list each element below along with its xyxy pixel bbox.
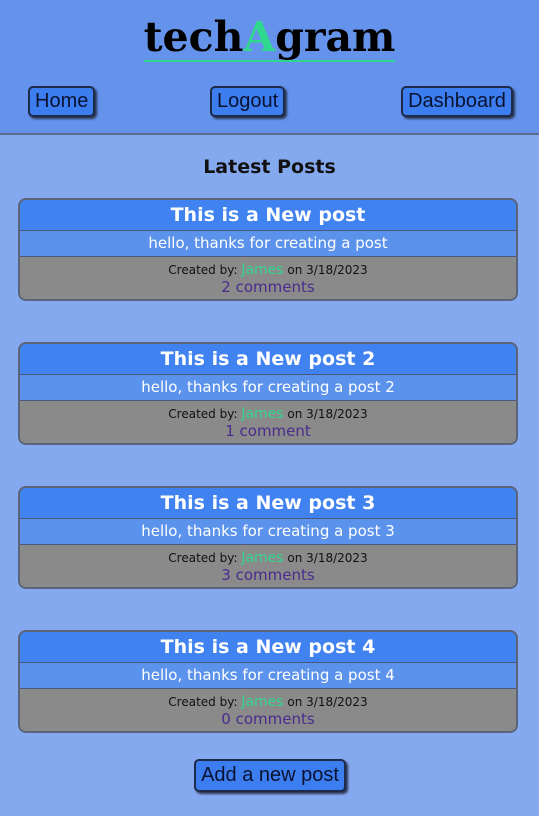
- created-by-label: Created by:: [168, 695, 242, 709]
- post-card[interactable]: This is a New post 4 hello, thanks for c…: [18, 630, 518, 733]
- on-label: on: [283, 263, 307, 277]
- post-author: James: [241, 550, 284, 566]
- post-meta: Created by: James on 3/18/2023: [20, 257, 516, 277]
- post-card[interactable]: This is a New post hello, thanks for cre…: [18, 198, 518, 301]
- post-card[interactable]: This is a New post 3 hello, thanks for c…: [18, 486, 518, 589]
- created-by-label: Created by:: [168, 407, 242, 421]
- post-body: hello, thanks for creating a post 4: [20, 663, 516, 689]
- comments-link[interactable]: 2 comments: [20, 277, 516, 297]
- post-date: 3/18/2023: [306, 263, 368, 277]
- post-author: James: [241, 262, 284, 278]
- post-body: hello, thanks for creating a post 3: [20, 519, 516, 545]
- created-by-label: Created by:: [168, 263, 242, 277]
- on-label: on: [283, 695, 307, 709]
- post-meta: Created by: James on 3/18/2023: [20, 401, 516, 421]
- post-date: 3/18/2023: [306, 551, 368, 565]
- post-card[interactable]: This is a New post 2 hello, thanks for c…: [18, 342, 518, 445]
- section-title: Latest Posts: [203, 156, 336, 178]
- logo-text[interactable]: techAgram: [143, 13, 396, 62]
- comments-link[interactable]: 1 comment: [20, 421, 516, 441]
- home-button[interactable]: Home: [28, 86, 95, 117]
- post-title[interactable]: This is a New post 4: [20, 632, 516, 663]
- post-meta: Created by: James on 3/18/2023: [20, 689, 516, 709]
- post-author: James: [241, 694, 284, 710]
- on-label: on: [283, 551, 307, 565]
- logo-accent-letter: A: [243, 13, 276, 61]
- comments-link[interactable]: 0 comments: [20, 709, 516, 729]
- logo-prefix: tech: [143, 13, 244, 61]
- logout-button[interactable]: Logout: [210, 86, 285, 117]
- logo-suffix: gram: [275, 13, 396, 61]
- comments-link[interactable]: 3 comments: [20, 565, 516, 585]
- post-title[interactable]: This is a New post 3: [20, 488, 516, 519]
- post-title[interactable]: This is a New post: [20, 200, 516, 231]
- site-logo[interactable]: techAgram: [0, 14, 539, 62]
- post-body: hello, thanks for creating a post 2: [20, 375, 516, 401]
- post-meta: Created by: James on 3/18/2023: [20, 545, 516, 565]
- on-label: on: [283, 407, 307, 421]
- post-date: 3/18/2023: [306, 407, 368, 421]
- site-header: techAgram Home Logout Dashboard: [0, 0, 539, 135]
- created-by-label: Created by:: [168, 551, 242, 565]
- post-author: James: [241, 406, 284, 422]
- add-post-button[interactable]: Add a new post: [194, 759, 346, 792]
- post-title[interactable]: This is a New post 2: [20, 344, 516, 375]
- post-date: 3/18/2023: [306, 695, 368, 709]
- dashboard-button[interactable]: Dashboard: [401, 86, 513, 117]
- post-body: hello, thanks for creating a post: [20, 231, 516, 257]
